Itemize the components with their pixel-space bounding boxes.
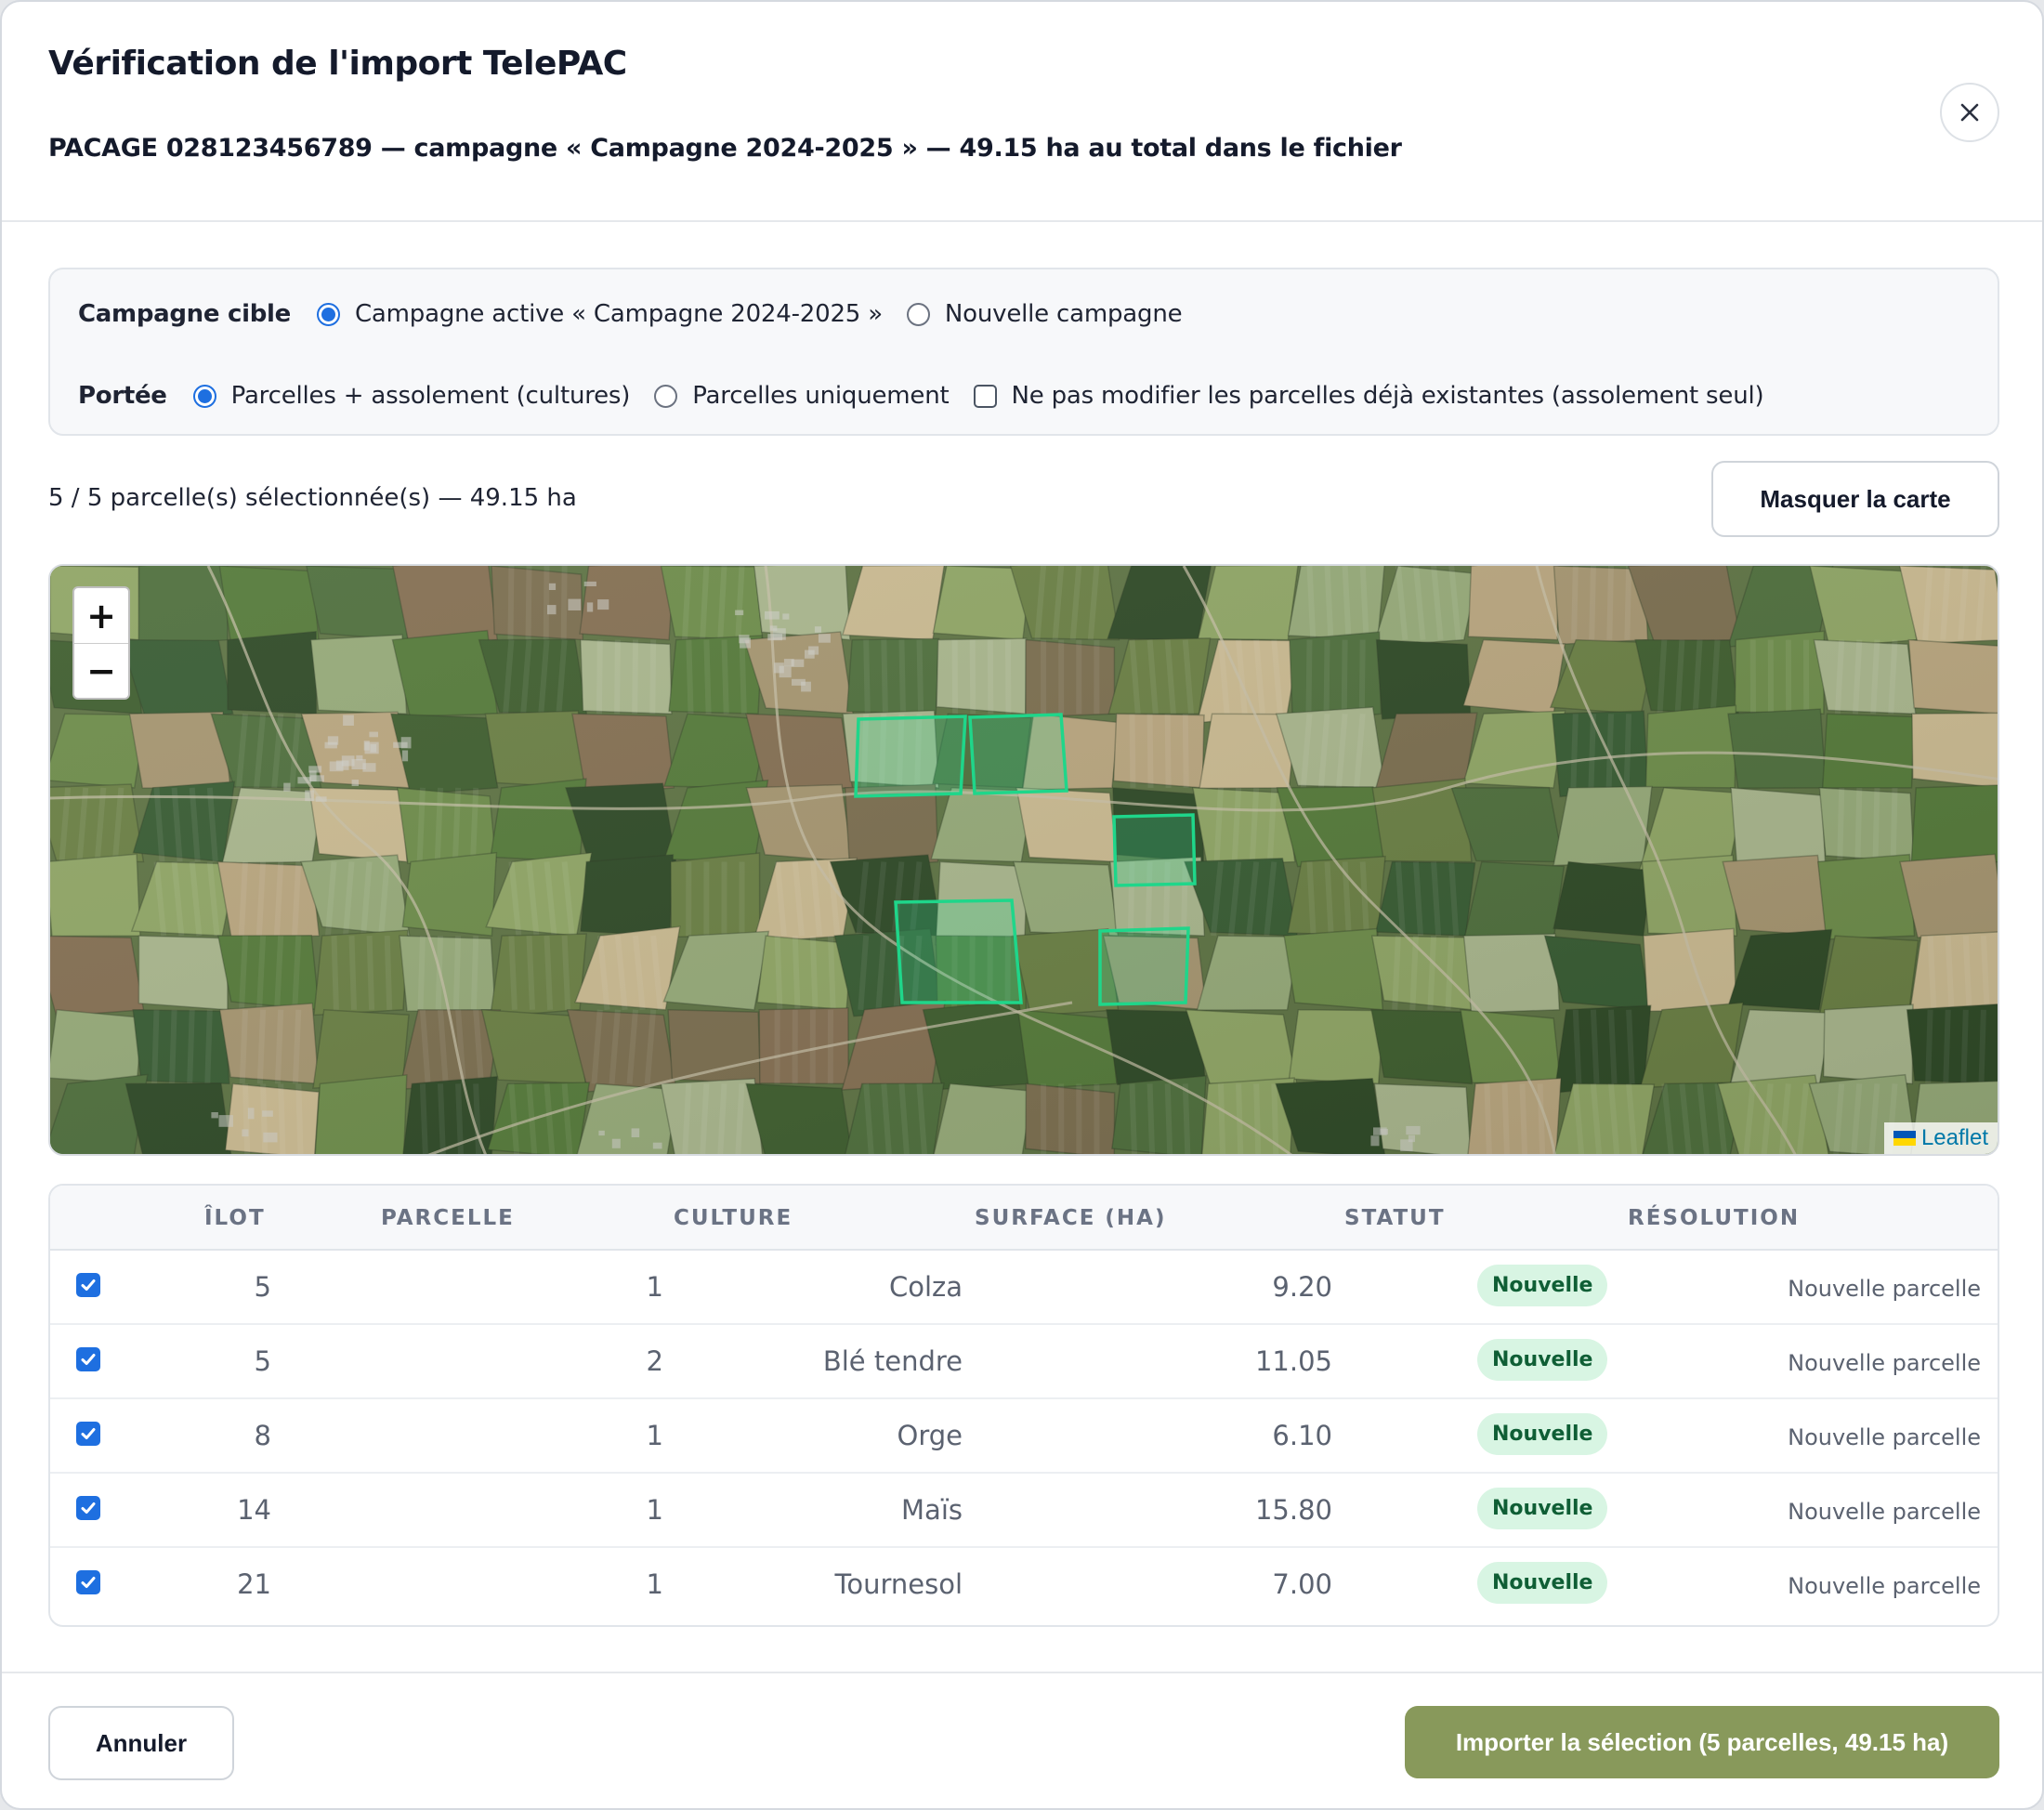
import-selection-button[interactable]: Importer la sélection (5 parcelles, 49.1… [1405, 1706, 1999, 1778]
row-checkbox[interactable] [76, 1570, 100, 1594]
cell-resolution: Nouvelle parcelle [1788, 1424, 1981, 1450]
campaign-row: Campagne cible Campagne active « Campagn… [78, 295, 1206, 333]
zoom-in-button[interactable]: + [74, 588, 128, 643]
row-checkbox[interactable] [76, 1347, 100, 1371]
table-row[interactable]: 5 1 Colza 9.20 Nouvelle Nouvelle parcell… [50, 1251, 1998, 1325]
cell-culture: Orge [897, 1420, 963, 1451]
row-checkbox[interactable] [76, 1496, 100, 1520]
row-checkbox[interactable] [76, 1273, 100, 1297]
status-badge: Nouvelle [1477, 1265, 1608, 1306]
dialog-footer: Annuler Importer la sélection (5 parcell… [2, 1672, 2042, 1808]
campaign-active-label[interactable]: Campagne active « Campagne 2024-2025 » [355, 300, 883, 328]
close-button[interactable] [1940, 83, 1999, 142]
import-options-panel: Campagne cible Campagne active « Campagn… [48, 268, 1999, 436]
cell-surface: 11.05 [1254, 1345, 1332, 1377]
parcel-outline[interactable] [894, 898, 1023, 1004]
leaflet-link[interactable]: Leaflet [1921, 1125, 1988, 1151]
col-resolution: RÉSOLUTION [1628, 1206, 1801, 1230]
parcel-outline[interactable] [1098, 926, 1190, 1006]
keep-existing-label[interactable]: Ne pas modifier les parcelles déjà exist… [1012, 382, 1764, 410]
scope-full-label[interactable]: Parcelles + assolement (cultures) [231, 382, 631, 410]
table-row[interactable]: 14 1 Maïs 15.80 Nouvelle Nouvelle parcel… [50, 1474, 1998, 1548]
satellite-imagery [50, 566, 1998, 1154]
cell-parcelle: 1 [646, 1271, 663, 1303]
cancel-button[interactable]: Annuler [48, 1706, 234, 1780]
import-dialog: Vérification de l'import TelePAC PACAGE … [0, 0, 2044, 1810]
zoom-out-button[interactable]: − [74, 643, 128, 698]
close-icon [1960, 103, 1979, 122]
toggle-map-button[interactable]: Masquer la carte [1711, 461, 1999, 537]
table-header: ÎLOT PARCELLE CULTURE SURFACE (HA) STATU… [50, 1186, 1998, 1251]
parcel-map[interactable]: + − Leaflet [48, 564, 1999, 1156]
table-row[interactable]: 21 1 Tournesol 7.00 Nouvelle Nouvelle pa… [50, 1548, 1998, 1622]
scope-row: Portée Parcelles + assolement (cultures)… [78, 377, 1788, 414]
cell-surface: 6.10 [1272, 1420, 1332, 1451]
cell-resolution: Nouvelle parcelle [1788, 1276, 1981, 1302]
ukraine-flag-icon [1893, 1131, 1916, 1146]
cell-parcelle: 1 [646, 1420, 663, 1451]
parcel-table: ÎLOT PARCELLE CULTURE SURFACE (HA) STATU… [48, 1184, 1999, 1627]
dialog-subtitle: PACAGE 028123456789 — campagne « Campagn… [48, 134, 1402, 163]
campaign-new-radio[interactable] [906, 302, 930, 326]
status-badge: Nouvelle [1477, 1488, 1608, 1529]
cell-culture: Maïs [901, 1494, 963, 1526]
checkmark-icon [81, 1279, 96, 1291]
cell-culture: Tournesol [834, 1568, 963, 1600]
cell-resolution: Nouvelle parcelle [1788, 1499, 1981, 1525]
scope-full-radio[interactable] [192, 384, 216, 408]
cell-surface: 7.00 [1272, 1568, 1332, 1600]
map-attribution: Leaflet [1883, 1122, 1998, 1154]
cell-ilot: 5 [254, 1271, 271, 1303]
dialog-title: Vérification de l'import TelePAC [48, 45, 627, 83]
cell-parcelle: 1 [646, 1494, 663, 1526]
dialog-header: Vérification de l'import TelePAC PACAGE … [2, 2, 2042, 222]
selection-summary: 5 / 5 parcelle(s) sélectionnée(s) — 49.1… [48, 484, 577, 512]
cell-parcelle: 1 [646, 1568, 663, 1600]
status-badge: Nouvelle [1477, 1339, 1608, 1381]
col-parcelle: PARCELLE [381, 1206, 515, 1230]
checkmark-icon [81, 1577, 96, 1588]
scope-parcels-radio[interactable] [654, 384, 678, 408]
table-row[interactable]: 8 1 Orge 6.10 Nouvelle Nouvelle parcelle [50, 1399, 1998, 1474]
scope-parcels-label[interactable]: Parcelles uniquement [692, 382, 949, 410]
col-surface: SURFACE (HA) [975, 1206, 1167, 1230]
checkmark-icon [81, 1428, 96, 1439]
cell-resolution: Nouvelle parcelle [1788, 1573, 1981, 1599]
status-badge: Nouvelle [1477, 1562, 1608, 1604]
cell-culture: Colza [888, 1271, 963, 1303]
campaign-new-label[interactable]: Nouvelle campagne [945, 300, 1183, 328]
parcel-outline[interactable] [854, 715, 967, 798]
parcel-outline[interactable] [1112, 813, 1197, 887]
col-ilot: ÎLOT [204, 1206, 266, 1230]
cell-culture: Blé tendre [822, 1345, 963, 1377]
checkmark-icon [81, 1354, 96, 1365]
cell-surface: 9.20 [1272, 1271, 1332, 1303]
checkmark-icon [81, 1502, 96, 1514]
cell-ilot: 14 [237, 1494, 271, 1526]
table-row[interactable]: 5 2 Blé tendre 11.05 Nouvelle Nouvelle p… [50, 1325, 1998, 1399]
cell-ilot: 21 [237, 1568, 271, 1600]
col-statut: STATUT [1344, 1206, 1446, 1230]
campaign-active-radio[interactable] [316, 302, 340, 326]
cell-ilot: 5 [254, 1345, 271, 1377]
cell-parcelle: 2 [646, 1345, 663, 1377]
zoom-control: + − [72, 586, 130, 700]
row-checkbox[interactable] [76, 1422, 100, 1446]
col-culture: CULTURE [674, 1206, 793, 1230]
cell-ilot: 8 [254, 1420, 271, 1451]
parcel-outline[interactable] [968, 713, 1068, 795]
status-badge: Nouvelle [1477, 1413, 1608, 1455]
keep-existing-checkbox[interactable] [973, 384, 997, 408]
scope-label: Portée [78, 382, 167, 410]
campaign-label: Campagne cible [78, 300, 291, 328]
cell-surface: 15.80 [1254, 1494, 1332, 1526]
cell-resolution: Nouvelle parcelle [1788, 1350, 1981, 1376]
